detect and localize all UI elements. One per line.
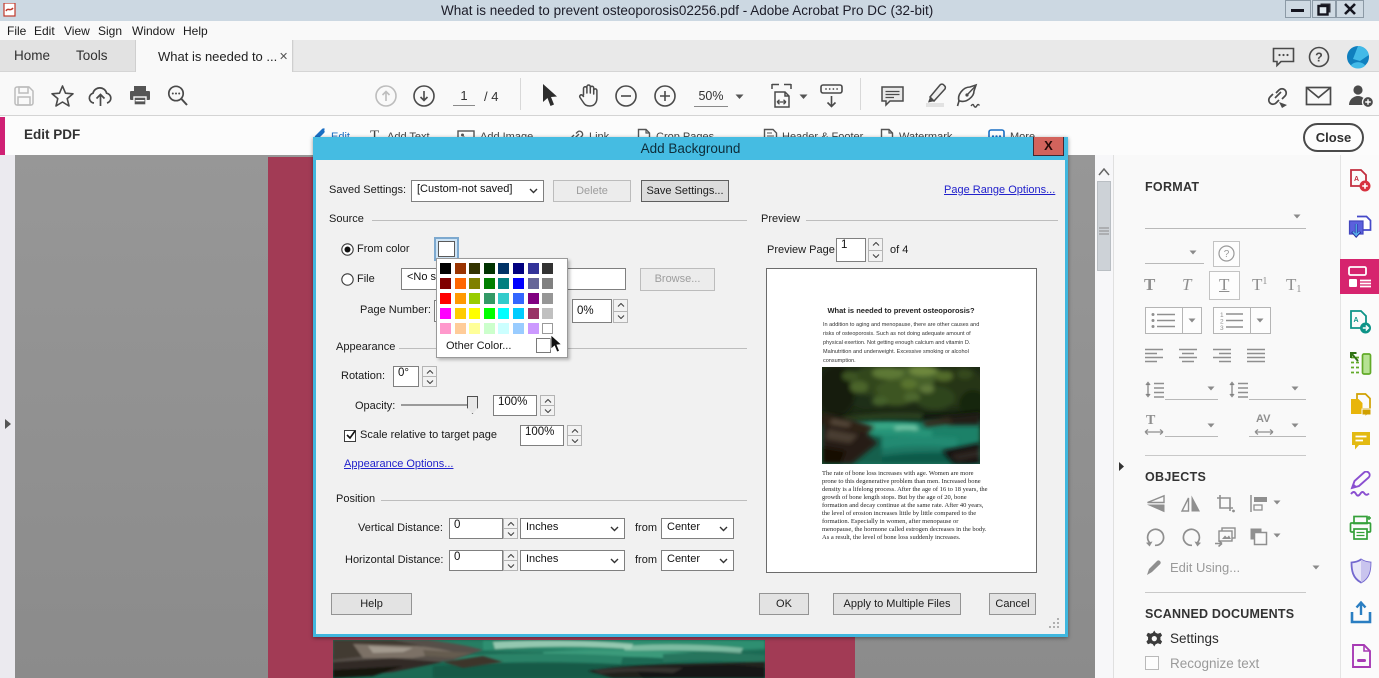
svg-text:A: A bbox=[1354, 176, 1359, 183]
svg-text:3: 3 bbox=[1220, 325, 1224, 330]
svg-text:?: ? bbox=[1224, 249, 1230, 260]
svg-text:A: A bbox=[1354, 317, 1359, 324]
svg-text:?: ? bbox=[1315, 51, 1323, 65]
